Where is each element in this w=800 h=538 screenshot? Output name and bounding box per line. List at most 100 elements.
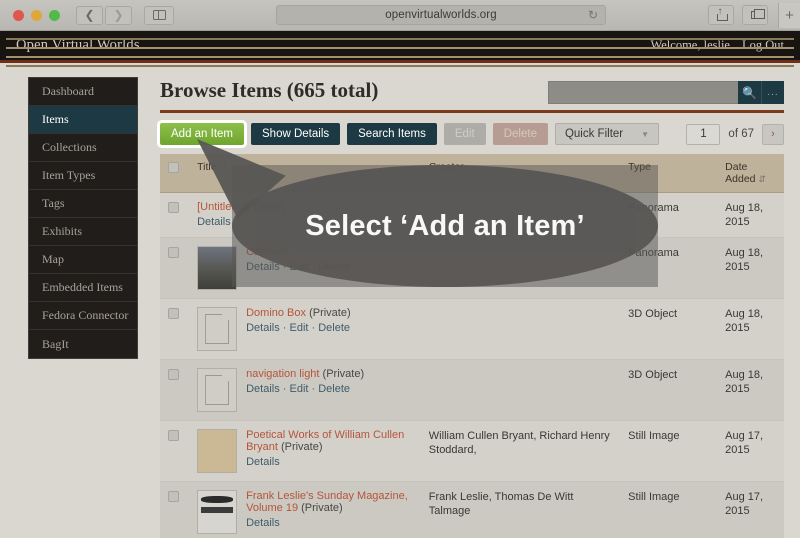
share-button[interactable] [708, 5, 734, 25]
table-row[interactable]: Castlecr… Details · Edit · Delete Panora… [160, 237, 784, 299]
back-button[interactable]: ❮ [76, 5, 103, 25]
row-checkbox[interactable] [168, 491, 179, 502]
item-title-link[interactable]: navigation light [246, 368, 319, 380]
item-title-link[interactable]: Poetical Works of William Cullen Bryant [246, 429, 404, 453]
row-checkbox[interactable] [168, 247, 179, 258]
row-select-cell[interactable] [160, 359, 190, 421]
row-checkbox[interactable] [168, 430, 179, 441]
row-select-cell[interactable] [160, 420, 190, 482]
row-select-cell[interactable] [160, 192, 190, 238]
item-title-link[interactable]: Castlecr… [246, 246, 297, 258]
page-count-label: of 67 [728, 128, 754, 140]
book-cover-lines [6, 38, 794, 40]
maximize-window-button[interactable] [49, 9, 60, 21]
browser-toolbar: ❮ ❯ openvirtualworlds.org ↻ + [0, 0, 800, 31]
row-title-cell: Domino Box (Private) Details · Edit · De… [189, 298, 421, 360]
sidebar-item-label: Dashboard [42, 84, 94, 98]
row-checkbox[interactable] [168, 308, 179, 319]
header-date-label: Date Added [725, 161, 756, 185]
row-type-cell: 3D Object [620, 298, 718, 360]
address-bar[interactable]: openvirtualworlds.org ↻ [276, 5, 606, 25]
item-title-link[interactable]: Domino Box [246, 307, 306, 319]
row-select-cell[interactable] [160, 481, 190, 538]
share-icon [716, 6, 728, 21]
delete-button[interactable]: Delete [492, 123, 548, 145]
sidebar-item-tags[interactable]: Tags [29, 190, 137, 218]
show-details-button[interactable]: Show Details [251, 123, 341, 145]
row-creator-cell: William Cullen Bryant, Richard Henry Sto… [420, 420, 621, 482]
sidebar-item-dashboard[interactable]: Dashboard [29, 78, 137, 106]
sidebar-item-label: Exhibits [42, 224, 83, 238]
sidebar-toggle-button[interactable] [144, 5, 174, 25]
table-row[interactable]: Poetical Works of William Cullen Bryant … [6, 38, 794, 482]
table-row[interactable]: [Untitled] (Private) Details Panorama Au… [160, 192, 784, 238]
header-creator-label: Creator [428, 161, 464, 173]
row-type-cell: Still Image [620, 420, 718, 482]
row-checkbox[interactable] [168, 202, 179, 213]
header-select-all[interactable] [160, 154, 190, 193]
item-title-link[interactable]: [Untitled] [197, 201, 240, 213]
logout-link[interactable]: Log Out [742, 38, 784, 53]
sort-icon: ⇵ [219, 162, 228, 172]
header-creator[interactable]: Creator [420, 154, 621, 193]
item-thumbnail[interactable] [197, 307, 238, 351]
items-table-head: Title ⇵ Creator Type Date Added ⇵ [160, 154, 784, 193]
row-select-cell[interactable] [160, 237, 190, 299]
welcome-text: Welcome, leslie [650, 38, 730, 52]
sidebar-item-label: Items [42, 112, 69, 126]
sidebar-item-map[interactable]: Map [29, 246, 137, 274]
chevron-down-icon: ▼ [641, 129, 650, 139]
row-actions[interactable]: Details · Edit · Delete [246, 383, 364, 395]
edit-button[interactable]: Edit [443, 123, 486, 145]
sidebar-item-item-types[interactable]: Item Types [29, 162, 137, 190]
show-tabs-button[interactable] [742, 5, 768, 25]
row-title-cell: navigation light (Private) Details · Edi… [189, 359, 421, 421]
sidebar-item-embedded-items[interactable]: Embedded Items [29, 274, 137, 302]
row-select-cell[interactable] [160, 298, 190, 360]
forward-button[interactable]: ❯ [105, 5, 132, 25]
header-title[interactable]: Title ⇵ [189, 154, 421, 193]
sidebar-item-bagit[interactable]: BagIt [29, 330, 137, 358]
row-date-cell: Aug 18, 2015 [717, 298, 784, 360]
row-actions[interactable]: Details [197, 216, 285, 228]
page-title: Browse Items (665 total) [160, 78, 379, 102]
quick-filter-select[interactable]: Quick Filter ▼ [554, 123, 660, 145]
header-date-added[interactable]: Date Added ⇵ [717, 154, 784, 193]
item-thumbnail[interactable] [6, 38, 794, 473]
row-checkbox[interactable] [168, 369, 179, 380]
row-actions[interactable]: Details · Edit · Delete [246, 261, 350, 273]
search-options-button[interactable]: ... [761, 81, 784, 104]
item-thumbnail[interactable] [197, 490, 238, 534]
navigation-buttons: ❮ ❯ [76, 5, 132, 25]
table-row[interactable]: Frank Leslie's Sunday Magazine, Volume 1… [160, 481, 784, 538]
sidebar-item-exhibits[interactable]: Exhibits [29, 218, 137, 246]
sidebar-item-collections[interactable]: Collections [29, 134, 137, 162]
sidebar-item-fedora-connector[interactable]: Fedora Connector [29, 302, 137, 330]
item-thumbnail[interactable] [197, 368, 238, 412]
row-type-cell: Panorama [620, 237, 718, 299]
add-an-item-button[interactable]: Add an Item [156, 120, 248, 148]
header-type[interactable]: Type [620, 154, 718, 193]
row-actions[interactable]: Details [246, 456, 413, 468]
page-header: Browse Items (665 total) 🔍 ... [160, 77, 784, 104]
row-type-cell: Still Image [620, 481, 718, 538]
search-items-button[interactable]: Search Items [347, 123, 437, 145]
reload-icon[interactable]: ↻ [588, 9, 598, 22]
row-actions[interactable]: Details · Edit · Delete [246, 322, 351, 334]
item-thumbnail[interactable] [197, 246, 238, 290]
search-input[interactable] [548, 81, 738, 104]
minimize-window-button[interactable] [31, 9, 42, 21]
sidebar-item-items[interactable]: Items [29, 106, 137, 134]
table-row[interactable]: Domino Box (Private) Details · Edit · De… [160, 298, 784, 360]
page-number-input[interactable]: 1 [686, 123, 721, 145]
tabs-icon [750, 9, 765, 19]
row-actions[interactable]: Details [246, 517, 413, 529]
select-all-checkbox[interactable] [168, 162, 179, 173]
table-row[interactable]: navigation light (Private) Details · Edi… [160, 359, 784, 421]
sidebar-item-label: BagIt [42, 336, 69, 351]
new-tab-button[interactable]: + [778, 2, 800, 28]
close-window-button[interactable] [13, 9, 24, 21]
next-page-button[interactable]: › [762, 123, 784, 145]
search-submit-button[interactable]: 🔍 [738, 81, 761, 104]
row-date-cell: Aug 17, 2015 [717, 481, 784, 538]
